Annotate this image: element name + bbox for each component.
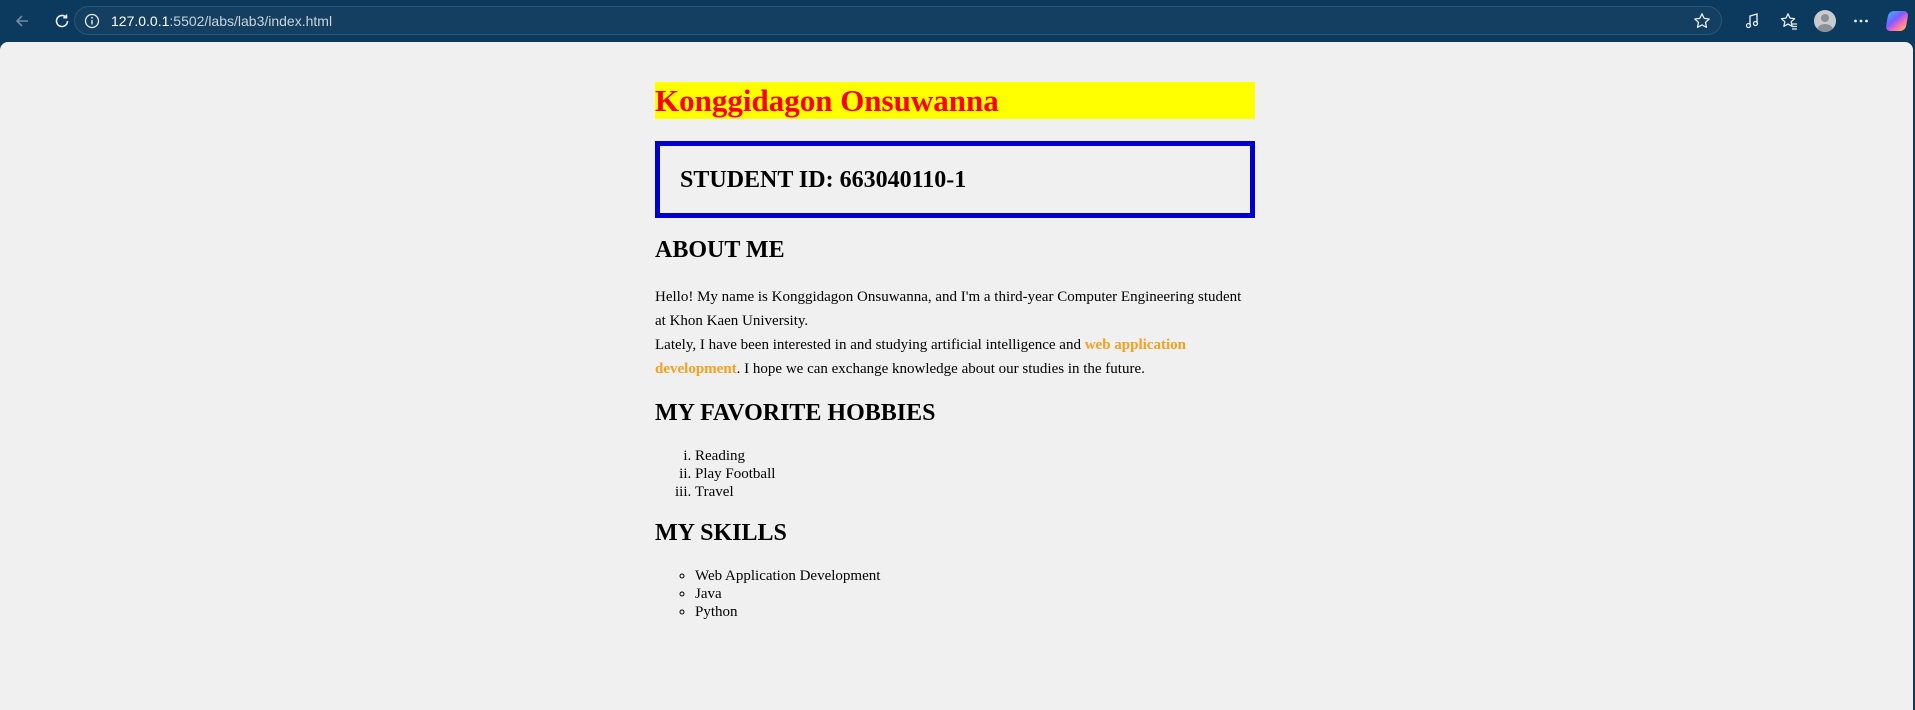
skill-item: Web Application Development bbox=[695, 567, 880, 585]
favorites-button[interactable] bbox=[1771, 3, 1807, 39]
url-host: 127.0.0.1 bbox=[111, 12, 170, 29]
read-aloud-icon bbox=[1745, 13, 1759, 29]
refresh-icon bbox=[55, 14, 69, 28]
about-line-2-start: Lately, I have been interested in and st… bbox=[655, 337, 1085, 353]
hobbies-list: Reading Play Football Travel bbox=[655, 447, 775, 501]
about-me-heading: ABOUT ME bbox=[655, 237, 785, 263]
site-info-icon[interactable] bbox=[84, 13, 100, 29]
profile-button[interactable] bbox=[1807, 3, 1843, 39]
url-path: :5502/labs/lab3/index.html bbox=[169, 12, 333, 29]
hobby-item: Travel bbox=[695, 483, 775, 501]
student-id-box: STUDENT ID: 663040110-1 bbox=[655, 141, 1255, 218]
skill-item: Python bbox=[695, 603, 880, 621]
page-viewport: Konggidagon Onsuwanna STUDENT ID: 663040… bbox=[0, 42, 1913, 710]
name-heading: Konggidagon Onsuwanna bbox=[655, 82, 1255, 119]
skill-item: Java bbox=[695, 585, 880, 603]
copilot-button[interactable] bbox=[1879, 3, 1915, 39]
read-aloud-button[interactable] bbox=[1735, 3, 1771, 39]
skills-heading: MY SKILLS bbox=[655, 520, 787, 546]
more-options-icon bbox=[1854, 19, 1868, 23]
profile-avatar bbox=[1814, 10, 1836, 32]
hobbies-heading: MY FAVORITE HOBBIES bbox=[655, 400, 936, 426]
student-id-heading: STUDENT ID: 663040110-1 bbox=[680, 167, 967, 193]
about-me-paragraph: Hello! My name is Konggidagon Onsuwanna,… bbox=[655, 285, 1255, 381]
address-bar[interactable]: 127.0.0.1:5502/labs/lab3/index.html bbox=[74, 6, 1722, 35]
favorites-icon bbox=[1780, 13, 1797, 30]
url-text[interactable]: 127.0.0.1:5502/labs/lab3/index.html bbox=[111, 13, 332, 29]
back-arrow-icon bbox=[15, 15, 28, 27]
hobby-item: Play Football bbox=[695, 465, 775, 483]
more-options-button[interactable] bbox=[1843, 3, 1879, 39]
bookmark-star-icon[interactable] bbox=[1693, 12, 1711, 30]
back-button[interactable] bbox=[4, 3, 40, 39]
about-line-2-end: . I hope we can exchange knowledge about… bbox=[736, 361, 1145, 377]
skills-list: Web Application Development Java Python bbox=[655, 567, 880, 621]
browser-right-tools bbox=[1735, 0, 1915, 42]
about-line-1: Hello! My name is Konggidagon Onsuwanna,… bbox=[655, 289, 1242, 329]
copilot-icon bbox=[1885, 11, 1909, 31]
hobby-item: Reading bbox=[695, 447, 775, 465]
